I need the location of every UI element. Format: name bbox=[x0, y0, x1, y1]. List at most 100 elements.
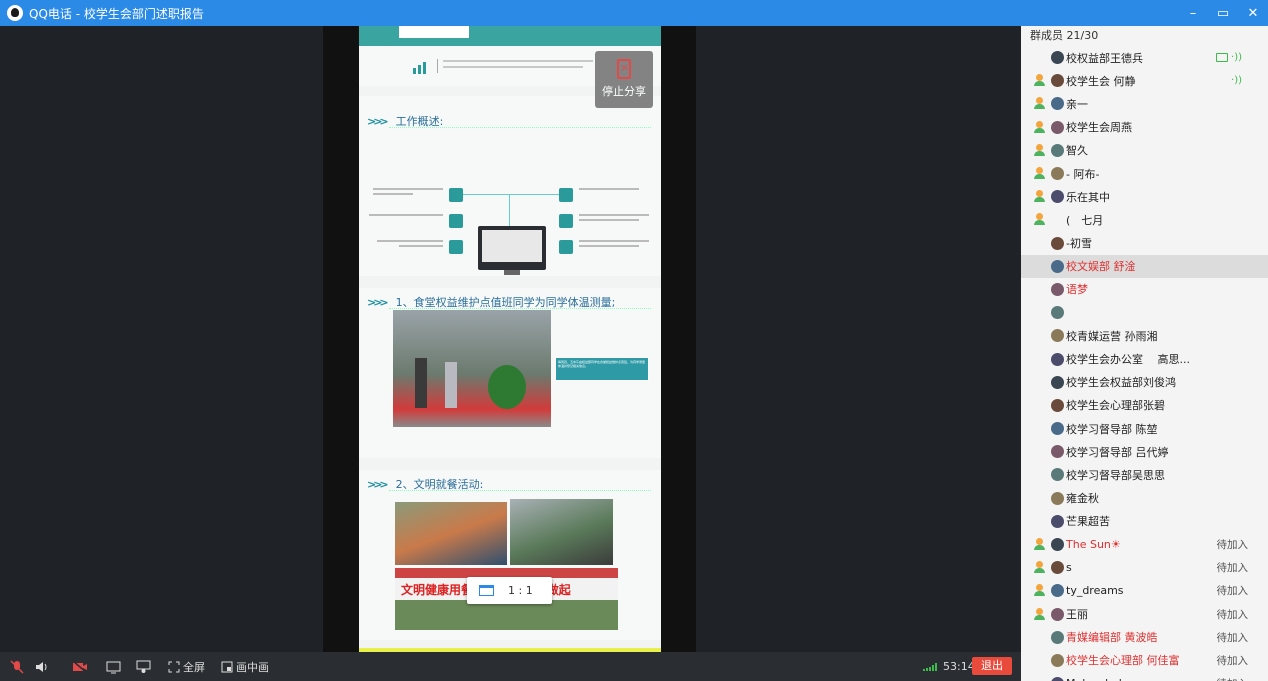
member-row[interactable]: 校学习督导部 吕代婷 bbox=[1021, 440, 1268, 463]
member-status: 待加入 bbox=[1216, 631, 1249, 644]
admin-person-icon bbox=[1033, 607, 1046, 621]
speaking-icon: ·)) bbox=[1231, 52, 1242, 64]
lightbulb-icon bbox=[449, 240, 463, 254]
ratio-button[interactable]: 1 : 1 bbox=[467, 577, 552, 604]
member-row[interactable]: 王丽 待加入 bbox=[1021, 603, 1268, 626]
hand-icon bbox=[559, 188, 573, 202]
member-row[interactable]: 校学生会 何静 ·)) bbox=[1021, 69, 1268, 92]
member-row[interactable]: -初雪 bbox=[1021, 232, 1268, 255]
monitor-stand bbox=[504, 270, 520, 275]
avatar bbox=[1051, 445, 1064, 459]
member-row[interactable]: 校学习督导部吴思思 bbox=[1021, 463, 1268, 486]
stop-share-button[interactable]: 停止分享 bbox=[595, 51, 653, 108]
slide-4-civilized-dining: >>> 2、文明就餐活动: 文明健康用餐，“光盘”从我做起 bbox=[359, 470, 661, 640]
member-row[interactable]: 校学生会权益部刘俊鸿 bbox=[1021, 371, 1268, 394]
shared-document[interactable]: >>> 工作概述: >>> 1、食堂权益维护点值班同学为同学体温测量; 每周四、… bbox=[359, 26, 661, 652]
avatar bbox=[1051, 167, 1064, 181]
photo-caption-box: 每周四、五中午由权益部同学在食堂权益维护点值班，为同学测量体温并登记相关信息。 bbox=[555, 357, 649, 381]
member-row[interactable]: ( 七月 bbox=[1021, 208, 1268, 231]
slide-header-card bbox=[399, 26, 469, 38]
text-line bbox=[579, 240, 649, 242]
member-row[interactable]: 校学生会心理部 何佳富 待加入 bbox=[1021, 649, 1268, 672]
member-name: 校学生会周燕 bbox=[1066, 121, 1132, 135]
member-list-panel[interactable]: 群成员 21/30 校权益部王德兵 ·)) 校学生会 何静 ·)) 亲一 校学生会周燕 智久… bbox=[1021, 26, 1268, 681]
avatar bbox=[1051, 190, 1064, 204]
share-screen-button[interactable] bbox=[106, 652, 121, 681]
avatar bbox=[1051, 375, 1064, 389]
avatar bbox=[1051, 143, 1064, 157]
avatar bbox=[1051, 352, 1064, 366]
restore-button[interactable]: ▭ bbox=[1208, 0, 1238, 26]
pip-button[interactable]: 画中画 bbox=[221, 652, 269, 681]
camera-off-button[interactable] bbox=[72, 652, 88, 681]
exit-call-button[interactable]: 退出 bbox=[972, 657, 1012, 675]
avatar bbox=[1051, 630, 1064, 644]
member-name: 校学习督导部 吕代婷 bbox=[1066, 445, 1169, 459]
member-row[interactable]: 校学生会办公室 高思... bbox=[1021, 347, 1268, 370]
member-row[interactable]: 校权益部王德兵 ·)) bbox=[1021, 46, 1268, 69]
member-row[interactable]: ty_dreams 待加入 bbox=[1021, 579, 1268, 602]
avatar bbox=[1051, 236, 1064, 250]
window-title: QQ电话 - 校学生会部门述职报告 bbox=[29, 6, 204, 21]
admin-person-icon bbox=[1033, 561, 1046, 574]
member-row[interactable]: 校青媒运营 孙雨湘 bbox=[1021, 324, 1268, 347]
avatar bbox=[1051, 120, 1064, 134]
avatar bbox=[1051, 282, 1064, 296]
member-name: 语梦 bbox=[1066, 283, 1088, 297]
member-name: 校学习督导部吴思思 bbox=[1066, 468, 1165, 482]
member-row[interactable]: 乐在其中 bbox=[1021, 185, 1268, 208]
chevrons-icon: >>> bbox=[367, 114, 389, 128]
member-row[interactable]: 雍金秋 bbox=[1021, 487, 1268, 510]
member-name: 校学生会心理部 何佳富 bbox=[1066, 654, 1180, 668]
speaker-button[interactable] bbox=[34, 652, 48, 681]
screen-share-icon bbox=[106, 661, 121, 673]
member-row[interactable]: 校文娱部 舒淦 bbox=[1021, 254, 1268, 278]
member-name: s bbox=[1066, 561, 1072, 575]
avatar bbox=[1051, 538, 1064, 552]
admin-person-icon bbox=[1033, 213, 1046, 226]
mute-mic-button[interactable] bbox=[10, 652, 24, 681]
fullscreen-label: 全屏 bbox=[183, 660, 205, 674]
member-status: 待加入 bbox=[1216, 608, 1249, 621]
member-list: 校权益部王德兵 ·)) 校学生会 何静 ·)) 亲一校学生会周燕 智久 - 阿布- 乐在其中 (… bbox=[1021, 46, 1268, 681]
member-row[interactable]: 校学习督导部 陈堃 bbox=[1021, 417, 1268, 440]
speaking-icon: ·)) bbox=[1231, 75, 1242, 87]
member-name: 智久 bbox=[1066, 144, 1088, 158]
monitor-illustration bbox=[478, 226, 546, 270]
shared-screen-area: >>> 工作概述: >>> 1、食堂权益维护点值班同学为同学体温测量; 每周四、… bbox=[0, 26, 1021, 652]
text-line bbox=[373, 188, 443, 190]
member-row[interactable]: Melancholy 待加入 bbox=[1021, 672, 1268, 681]
call-toolbar: 全屏 画中画 53:14 退出 bbox=[0, 652, 1021, 681]
dining-photo-1 bbox=[395, 502, 507, 565]
member-row[interactable]: 语梦 bbox=[1021, 278, 1268, 301]
speaker-icon bbox=[36, 661, 47, 672]
text-line bbox=[579, 219, 639, 221]
member-row[interactable]: 青媒编辑部 黄波皓 待加入 bbox=[1021, 626, 1268, 649]
member-row[interactable]: 智久 bbox=[1021, 139, 1268, 162]
member-row[interactable]: - 阿布- bbox=[1021, 162, 1268, 185]
dining-photo-2 bbox=[510, 499, 613, 565]
avatar bbox=[1051, 398, 1064, 412]
screen-sharing-icon bbox=[1216, 53, 1228, 63]
member-row[interactable]: s 待加入 bbox=[1021, 556, 1268, 579]
member-name: ( 七月 bbox=[1066, 213, 1104, 227]
member-row[interactable]: 校学生会心理部张碧 bbox=[1021, 394, 1268, 417]
photo-caption: 每周四、五中午由权益部同学在食堂权益维护点值班，为同学测量体温并登记相关信息。 bbox=[558, 360, 646, 368]
member-row[interactable] bbox=[1021, 301, 1268, 324]
member-row[interactable]: 亲一 bbox=[1021, 92, 1268, 115]
member-row[interactable]: 芒果超苦 bbox=[1021, 510, 1268, 533]
member-name: 校学生会办公室 高思... bbox=[1066, 353, 1190, 367]
close-button[interactable]: ✕ bbox=[1238, 0, 1268, 26]
slide-2-overview: >>> 工作概述: bbox=[359, 96, 661, 276]
member-row[interactable]: 校学生会周燕 bbox=[1021, 116, 1268, 139]
admin-person-icon bbox=[1033, 97, 1046, 110]
whiteboard-button[interactable] bbox=[136, 652, 151, 681]
slide-text-line bbox=[443, 60, 593, 62]
heading-underline bbox=[389, 127, 651, 128]
avatar bbox=[1051, 514, 1064, 528]
minimize-button[interactable]: – bbox=[1178, 0, 1208, 26]
member-status: 待加入 bbox=[1216, 585, 1249, 598]
member-row[interactable]: The Sun☀ 待加入 bbox=[1021, 533, 1268, 556]
fullscreen-button[interactable]: 全屏 bbox=[168, 652, 205, 681]
chevrons-icon: >>> bbox=[367, 477, 389, 491]
